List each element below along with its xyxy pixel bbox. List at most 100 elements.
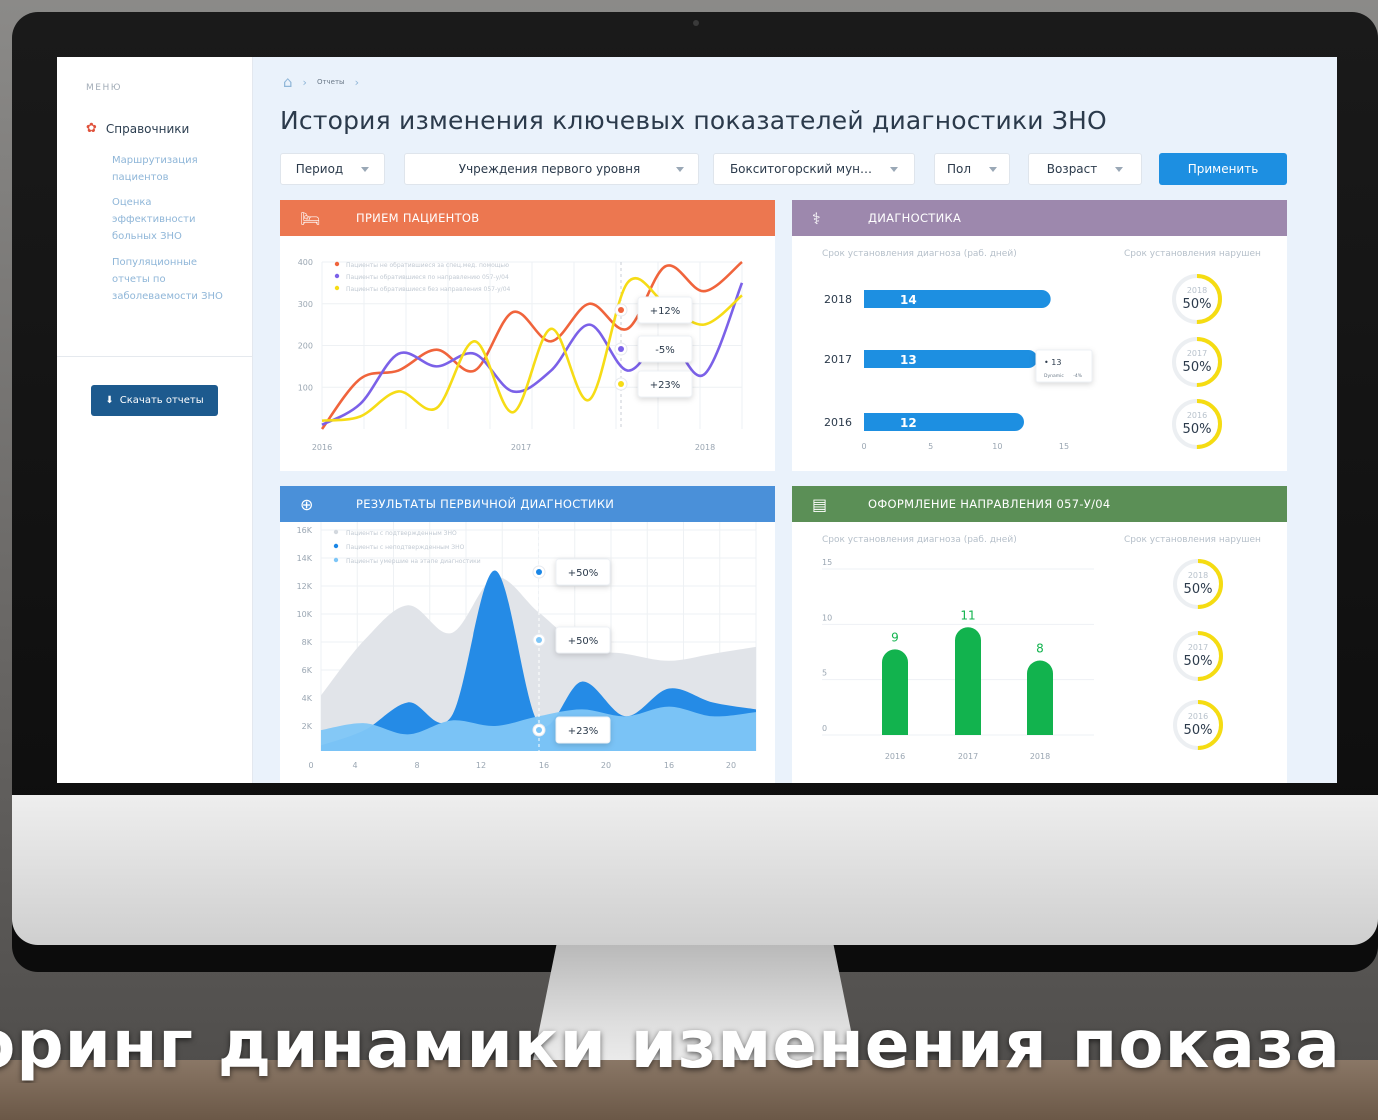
callout-3-marker [536, 727, 542, 733]
webcam [693, 20, 699, 26]
referral-gauge-year: 2017 [1188, 643, 1208, 652]
period-select[interactable]: Период [280, 153, 385, 185]
bar [1027, 660, 1053, 735]
legend-marker [334, 273, 340, 279]
sidebar-subitem-population[interactable]: Популяционные отчеты по заболеваемости З… [112, 254, 232, 305]
chevron-down-icon [361, 166, 370, 172]
legend-label: Пациенты не обратившиеся за спец.мед. по… [346, 262, 509, 269]
main-content: ⌂ › Отчеты › История изменения ключевых … [280, 57, 1337, 783]
chart-caption-right: Срок установления нарушен [1124, 535, 1261, 545]
x-tick-label: 8 [414, 761, 419, 770]
diagnostics-card-title: ДИАГНОСТИКА [868, 211, 962, 225]
institutions-select[interactable]: Учреждения первого уровня [404, 153, 699, 185]
diagnostics-card: ⚕ ДИАГНОСТИКА Срок установления диагноза… [792, 200, 1287, 471]
sidebar-item-references[interactable]: ✿ Справочники [86, 121, 189, 136]
patients-card-title: ПРИЕМ ПАЦИЕНТОВ [356, 211, 480, 225]
legend-marker [333, 543, 339, 549]
legend-label: Пациенты обратившиеся без направления 05… [346, 286, 511, 293]
y-tick-label: 14K [297, 554, 313, 563]
referral-gauge-year: 2018 [1188, 571, 1208, 580]
referral-gauge-year: 2016 [1188, 712, 1208, 721]
caption-banner: оринг динамики изменения показа [0, 1006, 1341, 1083]
x-tick-label: 4 [352, 761, 357, 770]
x-tick-label: 5 [928, 442, 933, 451]
diagnostics-gauge-value: 50% [1183, 297, 1212, 312]
chart-caption-right: Срок установления нарушен [1124, 249, 1261, 259]
chevron-down-icon [1115, 166, 1124, 172]
chevron-down-icon [890, 166, 899, 172]
age-select[interactable]: Возраст [1028, 153, 1142, 185]
x-tick-label: 16 [539, 761, 549, 770]
home-icon[interactable]: ⌂ [283, 73, 293, 91]
bar-category-label: 2017 [824, 353, 852, 366]
diagnostics-gauge-year: 2016 [1187, 411, 1207, 420]
x-tick-label: 2017 [958, 752, 978, 761]
bar [955, 627, 981, 735]
y-tick-label: 200 [298, 342, 313, 351]
sex-select[interactable]: Пол [934, 153, 1010, 185]
callout-1-label: +12% [650, 306, 681, 317]
institutions-label: Учреждения первого уровня [458, 162, 641, 176]
download-reports-button[interactable]: ⬇ Скачать отчеты [91, 385, 218, 416]
legend-marker [333, 529, 339, 535]
x-tick-label: 2016 [885, 752, 905, 761]
bar-value-label: 12 [900, 416, 917, 430]
referral-gauge-value: 50% [1184, 723, 1213, 738]
callout-2-label: +50% [568, 636, 599, 647]
sidebar-subitem-efficiency[interactable]: Оценка эффективности больных ЗНО [112, 194, 232, 245]
chart-caption-left: Срок установления диагноза (раб. дней) [822, 249, 1017, 259]
chevron-right-icon: › [302, 75, 307, 89]
patients-card: 🛏 ПРИЕМ ПАЦИЕНТОВ 400 300 200 100 2016 2017 20… [280, 200, 775, 471]
download-label: Скачать отчеты [119, 395, 204, 406]
x-tick-label: 2018 [1030, 752, 1050, 761]
x-tick-label: 10 [992, 442, 1002, 451]
download-icon: ⬇ [105, 395, 114, 406]
breadcrumb: ⌂ › Отчеты › [283, 73, 359, 91]
legend-label: Пациенты с неподтвержденным ЗНО [346, 544, 465, 551]
period-label: Период [295, 162, 344, 176]
y-tick-label: 10 [822, 613, 832, 622]
sidebar-subitem-routing[interactable]: Маршрутизация пациентов [112, 152, 232, 186]
diagnostics-gauge-year: 2017 [1187, 349, 1207, 358]
breadcrumb-current[interactable]: Отчеты [317, 78, 345, 86]
sex-label: Пол [946, 162, 972, 176]
sidebar-item-label: Справочники [105, 121, 190, 136]
callout-3-marker [618, 381, 624, 387]
apply-button[interactable]: Применить [1159, 153, 1287, 185]
hospital-bed-icon: 🛏 [300, 208, 321, 228]
bar-category-label: 2018 [824, 293, 852, 306]
x-tick-label: 20 [601, 761, 611, 770]
referral-gauge-value: 50% [1184, 582, 1213, 597]
results-card-title: РЕЗУЛЬТАТЫ ПЕРВИЧНОЙ ДИАГНОСТИКИ [356, 497, 615, 511]
chart-caption-left: Срок установления диагноза (раб. дней) [822, 535, 1017, 545]
bar-cap [864, 413, 876, 431]
referral-gauge-value: 50% [1184, 654, 1213, 669]
bar-cap [864, 290, 876, 308]
bar [864, 290, 1051, 308]
x-tick-label: 2018 [695, 443, 715, 452]
callout-1-marker [536, 569, 542, 575]
referral-card-title: ОФОРМЛЕНИЕ НАПРАВЛЕНИЯ 057-У/04 [868, 497, 1111, 511]
callout-1-marker [618, 307, 624, 313]
x-tick-label: 0 [861, 442, 866, 451]
y-tick-label: 100 [298, 383, 313, 392]
x-tick-label: 20 [726, 761, 736, 770]
tooltip-label: Dynamic [1044, 373, 1064, 379]
bar-value-label: 14 [900, 293, 917, 307]
legend-label: Пациенты обратившиеся по направлению 057… [346, 274, 509, 281]
callout-1-label: +50% [568, 568, 599, 579]
district-select[interactable]: Бокситогорский мун… [713, 153, 915, 185]
results-card-header: ⊕ РЕЗУЛЬТАТЫ ПЕРВИЧНОЙ ДИАГНОСТИКИ [280, 486, 775, 522]
x-tick-label: 2016 [312, 443, 332, 452]
x-tick-label: 0 [308, 761, 313, 770]
menu-title: МЕНЮ [86, 83, 122, 93]
x-tick-label: 12 [476, 761, 486, 770]
y-tick-label: 4K [302, 694, 313, 703]
screen: МЕНЮ ✿ Справочники Маршрутизация пациент… [57, 57, 1337, 783]
y-tick-label: 10K [297, 610, 313, 619]
bar-cap [864, 350, 876, 368]
document-icon: ▤ [812, 494, 828, 514]
y-tick-label: 0 [822, 724, 827, 733]
x-tick-label: 2017 [511, 443, 531, 452]
chevron-right-icon: › [354, 75, 359, 89]
